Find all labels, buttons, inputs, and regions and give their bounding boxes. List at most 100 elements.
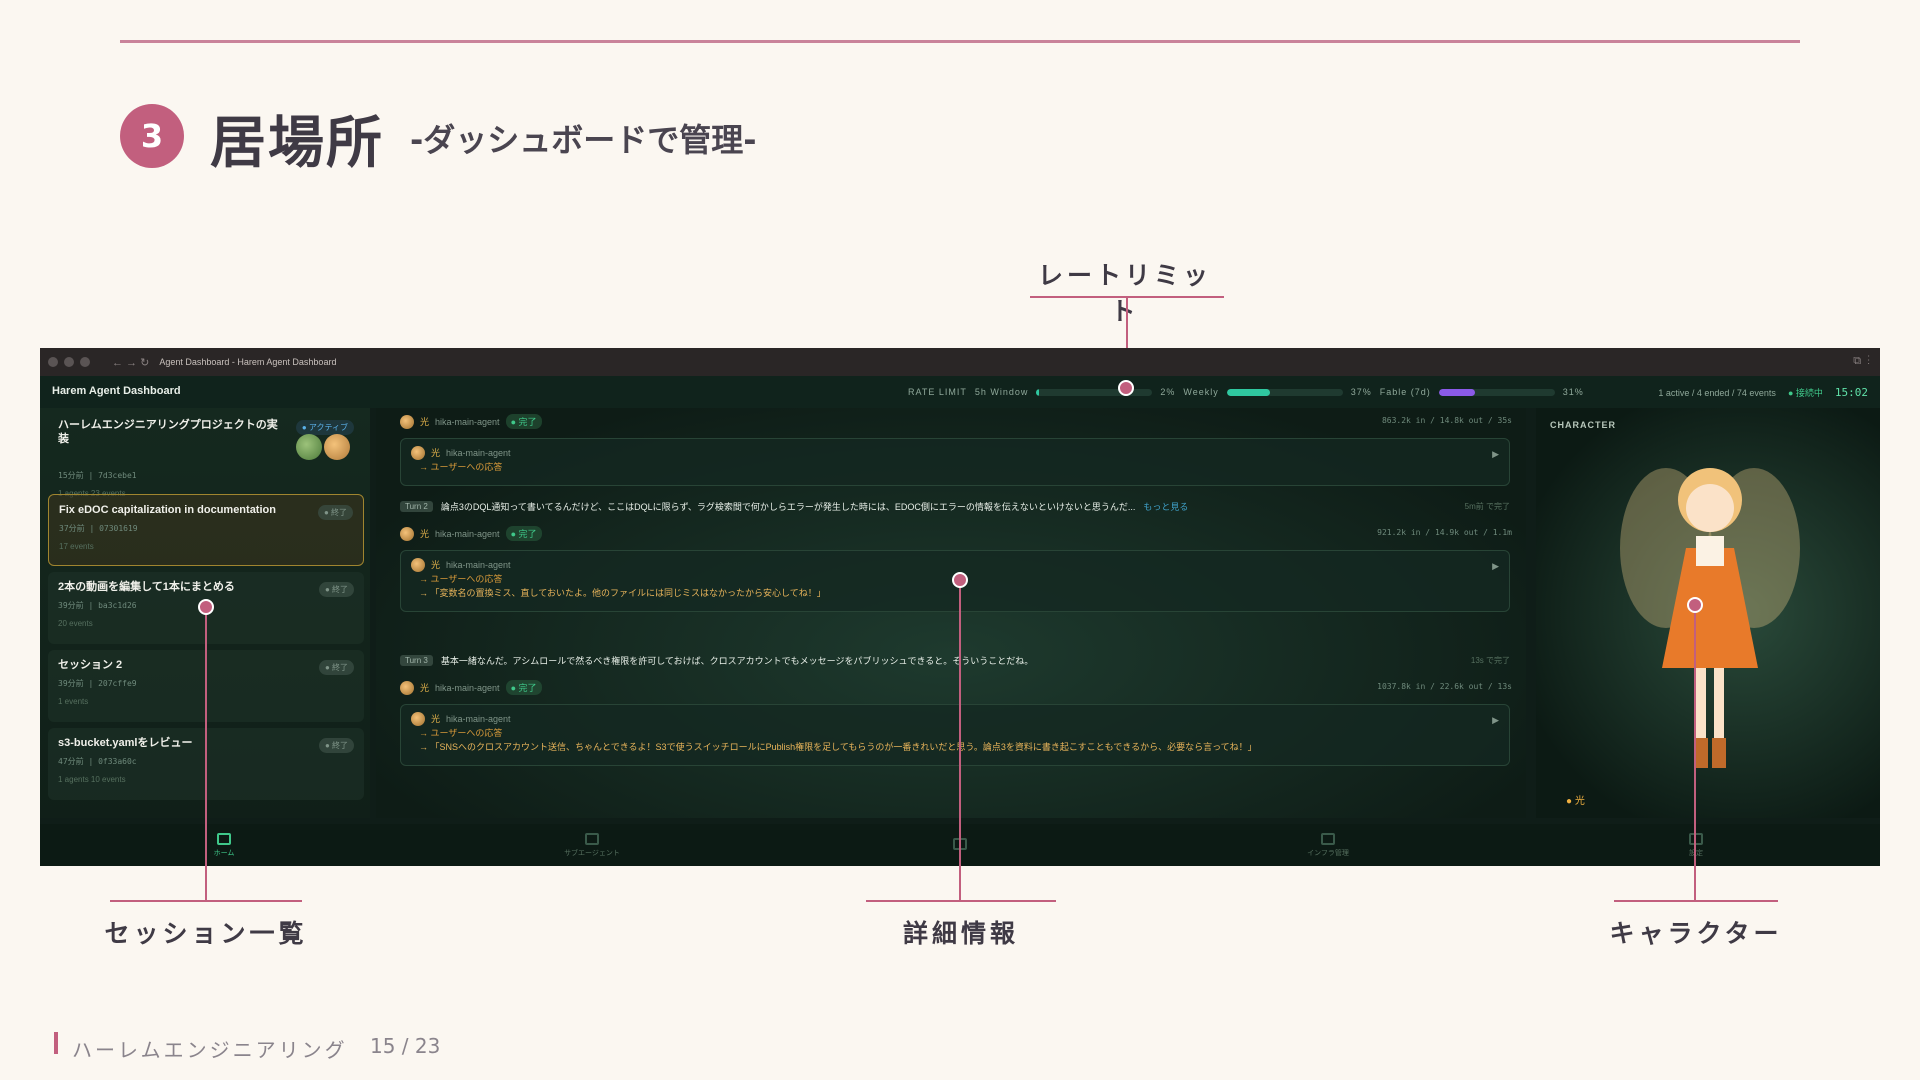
session-title: セッション 2 (58, 659, 123, 671)
character-panel: CHARACTER ● 光 (1536, 408, 1880, 818)
reply-quote: → 「SNSへのクロスアカウント送信、ちゃんとできるよ！S3で使うスイッチロール… (419, 742, 1257, 752)
minimize-dot-icon[interactable] (64, 357, 74, 367)
session-status-badge: ● 終了 (318, 582, 354, 597)
weekly-value: 37% (1350, 387, 1372, 397)
agent-avatar-icon (400, 414, 414, 429)
response-header: 光 hika-main-agent (411, 557, 1499, 572)
agent-id: hika-main-agent (435, 528, 500, 539)
turn-time: 5m前 で完了 (1464, 502, 1510, 511)
session-title: Fix eDOC capitalization in documentation (59, 504, 276, 516)
turn-text: 基本一緒なんだ。アシムロールで然るべき権限を許可しておけば、クロスアカウントでも… (440, 656, 1034, 666)
session-card[interactable]: Fix eDOC capitalization in documentation… (48, 494, 364, 566)
clock: 15:02 (1834, 386, 1868, 399)
agent-avatar-icon (411, 557, 425, 572)
back-arrow-icon[interactable]: ← → ↻ (112, 356, 149, 369)
callout-session-list: セッション一覧 (104, 919, 308, 948)
turn-tag: Turn 3 (400, 655, 433, 666)
response-header: 光 hika-main-agent (411, 445, 1499, 460)
callout-details-leader (959, 581, 961, 900)
agent-name: 光 (420, 683, 430, 693)
done-badge: ● 完了 (505, 526, 542, 541)
callout-character-leader (1694, 606, 1696, 900)
callout-character: キャラクター (1609, 919, 1783, 948)
done-badge: ● 完了 (505, 680, 542, 695)
agent-header: 光 hika-main-agent ● 完了 (400, 680, 542, 695)
reply-quote: → 「変数名の置換ミス、直しておいたよ。他のファイルには同じミスはなかったから安… (419, 588, 826, 598)
reply-label: → ユーザーへの応答 (419, 462, 503, 472)
callout-character-dot (1687, 597, 1703, 613)
rate-limit-panel: RATE LIMIT 5h Window 2% Weekly 37% Fable… (908, 387, 1584, 397)
turn-row: Turn 2 論点3のDQL通知って書いてるんだけど、ここはDQLに限らず、ラグ… (400, 500, 1510, 513)
rate-limit-label: RATE LIMIT (908, 387, 967, 397)
nav-home[interactable]: ホーム (164, 832, 284, 858)
fable-fill (1438, 388, 1475, 396)
nav-label: サブエージェント (564, 849, 620, 857)
session-card[interactable]: ハーレムエンジニアリングプロジェクトの実装 15分前 | 7d3cebe1 1 … (48, 410, 364, 498)
window-5h-value: 2% (1160, 387, 1176, 397)
close-dot-icon[interactable] (48, 357, 58, 367)
turn-text: 論点3のDQL通知って書いてるんだけど、ここはDQLに限らず、ラグ検索間で何かし… (440, 502, 1136, 512)
expand-icon[interactable]: ▶ (1492, 449, 1499, 460)
agent-id: hika-main-agent (446, 447, 511, 458)
footer-accent-bar (54, 1032, 58, 1054)
session-status-badge: ● 終了 (318, 738, 354, 753)
agent-name: 光 (431, 560, 441, 570)
token-stats: 1037.8k in / 22.6k out / 13s (1377, 682, 1512, 691)
gear-icon (1689, 832, 1703, 845)
session-title: 2本の動画を編集して1本にまとめる (58, 581, 235, 593)
nav-infra[interactable]: インフラ管理 (1268, 832, 1388, 858)
nav-subagents[interactable]: サブエージェント (532, 832, 652, 858)
expand-icon[interactable]: ▶ (1492, 715, 1499, 726)
callout-details: 詳細情報 (902, 919, 1019, 948)
agent-name: 光 (420, 417, 430, 427)
weekly-fill (1226, 388, 1270, 396)
agent-avatar-icon (400, 680, 414, 695)
nav-label: インフラ管理 (1307, 849, 1349, 857)
done-badge: ● 完了 (505, 414, 542, 429)
response-header: 光 hika-main-agent (411, 711, 1499, 726)
agent-avatar-icon (411, 711, 425, 726)
page-title: 居場所 (210, 111, 384, 176)
show-more-link[interactable]: もっと見る (1143, 500, 1188, 513)
agent-avatar-icon (324, 434, 350, 460)
turn-time: 13s で完了 (1470, 656, 1510, 665)
response-block[interactable]: 光 hika-main-agent → ユーザーへの応答 → 「SNSへのクロス… (400, 704, 1510, 766)
page-subtitle: -ダッシュボードで管理- (410, 121, 757, 159)
expand-icon[interactable]: ▶ (1492, 561, 1499, 572)
agent-id: hika-main-agent (435, 682, 500, 693)
zoom-dot-icon[interactable] (80, 357, 90, 367)
window-5h-bar (1036, 388, 1153, 396)
agent-id: hika-main-agent (435, 416, 500, 427)
page-number: 15 / 23 (370, 1034, 441, 1058)
status-area: 1 active / 4 ended / 74 events ● 接続中 15:… (1658, 386, 1868, 399)
window-titlebar: ← → ↻ Agent Dashboard - Harem Agent Dash… (40, 348, 1880, 376)
turn-tag: Turn 2 (400, 501, 433, 512)
session-title: ハーレムエンジニアリングプロジェクトの実装 (58, 419, 278, 445)
window-menu-icon[interactable]: ⧉ ⋮ (1853, 355, 1870, 368)
session-status-badge: ● 終了 (317, 505, 353, 520)
agent-id: hika-main-agent (446, 713, 511, 724)
session-meta: 15分前 | 7d3cebe1 (58, 471, 137, 480)
nav-settings[interactable]: 設定 (1636, 832, 1756, 858)
callout-session-dot (198, 599, 214, 615)
session-status-badge: ● 終了 (318, 660, 354, 675)
home-icon (217, 832, 231, 845)
nav-label: 設定 (1689, 849, 1703, 857)
fable-value: 31% (1562, 387, 1584, 397)
window-5h-fill (1036, 388, 1039, 396)
turn-row: Turn 3 基本一緒なんだ。アシムロールで然るべき権限を許可しておけば、クロス… (400, 654, 1510, 667)
top-rule (120, 40, 1800, 43)
agent-name: 光 (431, 714, 441, 724)
agent-avatar-icon (411, 445, 425, 460)
reply-label: → ユーザーへの応答 (419, 728, 503, 738)
session-title: s3-bucket.yamlをレビュー (58, 737, 193, 749)
callout-details-dot (952, 572, 968, 588)
agent-id: hika-main-agent (446, 559, 511, 570)
response-block[interactable]: 光 hika-main-agent → ユーザーへの応答 ▶ (400, 438, 1510, 486)
agent-header: 光 hika-main-agent ● 完了 (400, 414, 542, 429)
session-meta: 37分前 | 07301619 (59, 524, 138, 533)
callout-character-underline (1614, 900, 1778, 902)
infra-icon (1321, 832, 1335, 845)
window-title: Agent Dashboard - Harem Agent Dashboard (159, 357, 337, 367)
session-status-badge: ● アクティブ (295, 420, 354, 435)
